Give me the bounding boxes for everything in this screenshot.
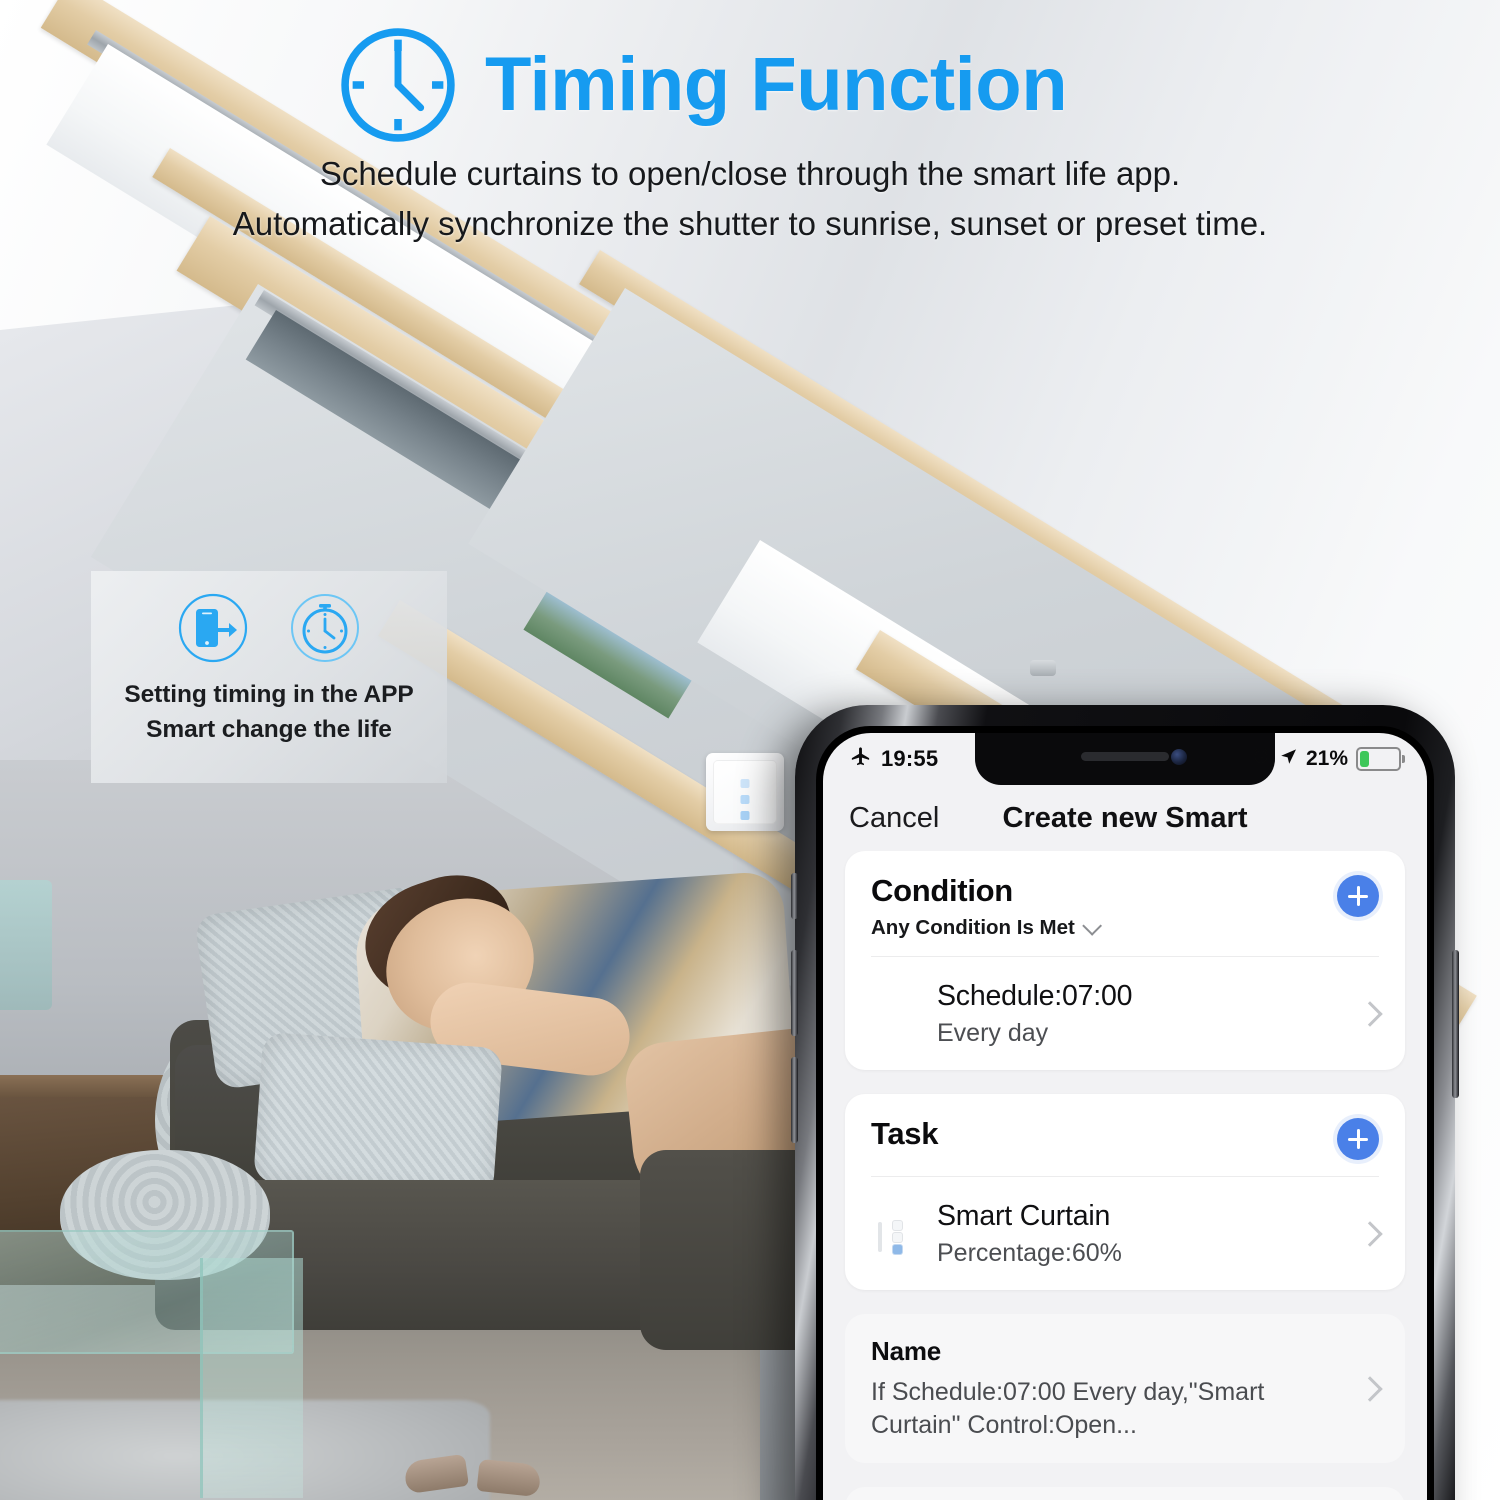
sofa-right-section xyxy=(640,1150,820,1350)
device-thumb-key-3 xyxy=(893,1244,902,1254)
airplane-mode-icon xyxy=(849,745,872,774)
location-arrow-icon xyxy=(1279,747,1298,772)
task-row-subtitle: Percentage:60% xyxy=(937,1239,1122,1268)
name-label: Name xyxy=(871,1336,942,1367)
condition-row-text: Schedule:07:00 Every day xyxy=(937,979,1341,1048)
task-title: Task xyxy=(871,1116,939,1152)
clock-icon xyxy=(335,22,461,148)
badge-line-2: Smart change the life xyxy=(146,715,392,743)
alarm-icon xyxy=(1251,746,1271,772)
badge-text: Setting timing in the APP Smart change t… xyxy=(91,678,447,748)
badge-icon-row xyxy=(91,571,447,664)
hero-subtitle-line-1: Schedule curtains to open/close through … xyxy=(319,155,1181,192)
stopwatch-icon xyxy=(289,592,361,664)
screen-content: Condition Any Condition Is Met Schedule:… xyxy=(823,851,1427,1500)
condition-header-text: Condition Any Condition Is Met xyxy=(871,873,1337,940)
clock-circle-icon xyxy=(871,991,917,1037)
chevron-down-icon xyxy=(1082,915,1102,936)
power-button[interactable] xyxy=(1452,950,1459,1098)
wall-switch-led-1 xyxy=(740,779,750,788)
device-thumb-key-2 xyxy=(893,1232,902,1242)
status-bar-time: 19:55 xyxy=(881,746,939,771)
condition-mode-selector[interactable]: Any Condition Is Met xyxy=(871,915,1337,940)
next-card-partial[interactable] xyxy=(845,1487,1405,1500)
task-header-text: Task xyxy=(871,1116,1337,1152)
page-title: Timing Function xyxy=(485,42,1068,127)
smart-switch-thumbnail xyxy=(871,1211,917,1257)
hero-headline: Timing Function xyxy=(335,22,1068,148)
status-bar-left: 19:55 xyxy=(849,745,938,774)
condition-row-schedule[interactable]: Schedule:07:00 Every day xyxy=(845,957,1405,1070)
volume-up-button[interactable] xyxy=(791,950,798,1036)
status-bar: 19:55 21% xyxy=(823,733,1427,785)
chevron-right-icon xyxy=(1357,1000,1383,1027)
feature-badge: Setting timing in the APP Smart change t… xyxy=(91,571,447,783)
status-bar-right: 21% xyxy=(1251,746,1405,772)
mute-switch[interactable] xyxy=(791,873,798,919)
task-row-title: Smart Curtain xyxy=(937,1200,1111,1233)
condition-title: Condition xyxy=(871,873,1013,908)
condition-mode-label: Any Condition Is Met xyxy=(871,915,1075,939)
badge-line-1: Setting timing in the APP xyxy=(124,681,414,708)
task-card-header: Task xyxy=(845,1094,1405,1176)
add-condition-button[interactable] xyxy=(1337,875,1379,917)
task-row-text: Smart Curtain Percentage:60% xyxy=(937,1199,1341,1268)
task-card: Task Smart Curtain Percentage:60% xyxy=(845,1094,1405,1291)
name-card[interactable]: Name If Schedule:07:00 Every day,"Smart … xyxy=(845,1314,1405,1464)
condition-row-title: Schedule:07:00 xyxy=(937,979,1133,1012)
condition-card: Condition Any Condition Is Met Schedule:… xyxy=(845,851,1405,1071)
phone-bezel: 19:55 21% Cancel Create new Smart Condit… xyxy=(816,726,1434,1500)
clock-minute-hand xyxy=(890,1010,902,1019)
smart-wall-switch[interactable] xyxy=(706,753,784,831)
wall-switch-led-2 xyxy=(740,795,750,804)
battery-icon xyxy=(1356,747,1405,771)
phone-screen: 19:55 21% Cancel Create new Smart Condit… xyxy=(823,733,1427,1500)
device-thumb-key-1 xyxy=(893,1220,902,1230)
volume-down-button[interactable] xyxy=(791,1057,798,1143)
product-feature-image: Timing Function Schedule curtains to ope… xyxy=(0,0,1500,1500)
condition-row-subtitle: Every day xyxy=(937,1019,1049,1048)
cancel-button[interactable]: Cancel xyxy=(849,802,939,835)
phone-arrow-icon xyxy=(177,592,249,664)
wall-switch-led-3 xyxy=(740,811,750,820)
navigation-bar: Cancel Create new Smart xyxy=(823,785,1427,851)
battery-percentage: 21% xyxy=(1305,747,1348,770)
hero-subtitle: Schedule curtains to open/close through … xyxy=(0,152,1500,252)
condition-card-header: Condition Any Condition Is Met xyxy=(845,851,1405,956)
glass-vase xyxy=(0,880,52,1010)
device-thumb-bar xyxy=(878,1221,882,1252)
task-row-smart-curtain[interactable]: Smart Curtain Percentage:60% xyxy=(845,1177,1405,1290)
glass-coffee-table-leg xyxy=(200,1258,303,1498)
chevron-right-icon xyxy=(1357,1376,1383,1402)
name-card-text: Name If Schedule:07:00 Every day,"Smart … xyxy=(871,1336,1345,1441)
knit-pillow-2 xyxy=(253,1031,503,1199)
smartphone-mockup: 19:55 21% Cancel Create new Smart Condit… xyxy=(791,705,1459,1500)
hero-subtitle-line-2: Automatically synchronize the shutter to… xyxy=(232,205,1268,243)
wall-switch-faceplate xyxy=(713,760,777,824)
add-task-button[interactable] xyxy=(1337,1118,1379,1161)
battery-fill xyxy=(1360,751,1369,767)
chevron-right-icon xyxy=(1357,1221,1383,1247)
name-value: If Schedule:07:00 Every day,"Smart Curta… xyxy=(871,1378,1265,1439)
window-latch-2 xyxy=(1030,660,1056,676)
